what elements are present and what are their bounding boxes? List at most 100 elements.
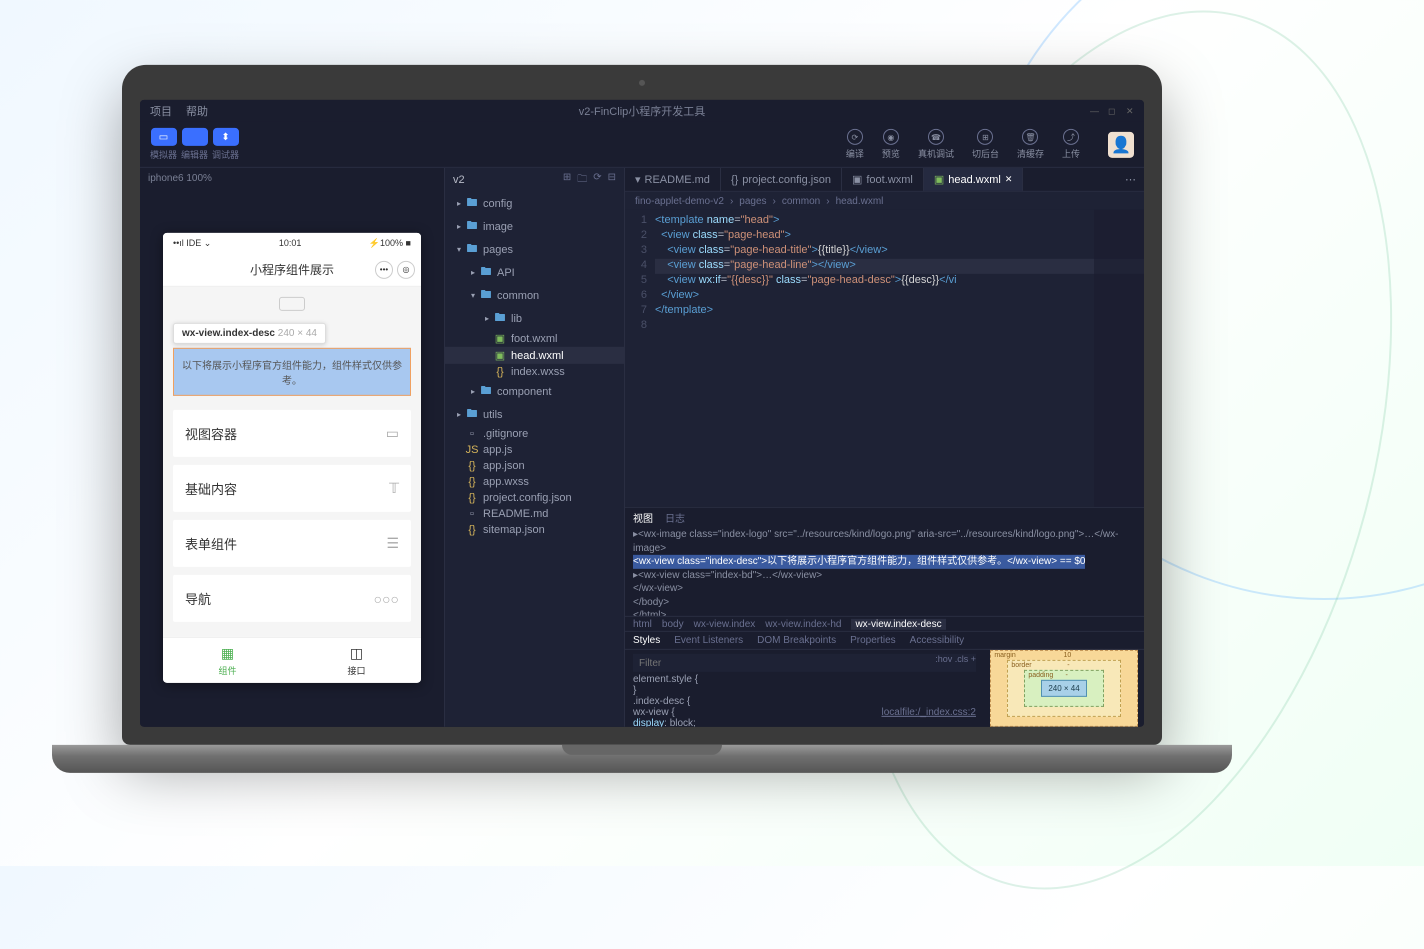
styles-tab[interactable]: Properties xyxy=(850,635,896,646)
styles-tab[interactable]: Styles xyxy=(633,635,660,646)
toolbar-action-清缓存[interactable]: 🗑 清缓存 xyxy=(1017,129,1044,160)
editor-tab[interactable]: ▣ head.wxml ✕ xyxy=(924,168,1024,191)
path-segment[interactable]: body xyxy=(662,618,684,629)
tree-item[interactable]: {} index.wxss xyxy=(445,364,624,380)
refresh-icon[interactable]: ⟳ xyxy=(593,171,601,188)
list-item[interactable]: 表单组件 ☰ xyxy=(173,520,411,567)
code-line[interactable]: <view class="page-head"> xyxy=(655,229,1144,244)
tree-item[interactable]: ▸ 🖿 API xyxy=(445,261,624,284)
tree-item[interactable]: ▫ README.md xyxy=(445,506,624,522)
breadcrumb-segment[interactable]: pages xyxy=(739,195,766,206)
phone-tab[interactable]: ▦ 组件 xyxy=(163,638,292,683)
toolbar-action-编译[interactable]: ⟳ 编译 xyxy=(846,129,864,160)
dom-node[interactable]: ▸<wx-image class="index-logo" src="../re… xyxy=(633,528,1136,555)
tree-item[interactable]: {} sitemap.json xyxy=(445,522,624,538)
devtools-tab-view[interactable]: 视图 xyxy=(633,509,653,524)
tree-item[interactable]: ▸ 🖿 image xyxy=(445,215,624,238)
tree-item[interactable]: ▸ 🖿 utils xyxy=(445,403,624,426)
css-rule[interactable]: element.style { xyxy=(633,674,976,685)
breadcrumb-segment[interactable]: fino-applet-demo-v2 xyxy=(635,195,724,206)
toolbar-action-真机调试[interactable]: ☎ 真机调试 xyxy=(918,129,954,160)
path-segment[interactable]: wx-view.index-hd xyxy=(765,618,841,629)
styles-tab[interactable]: Accessibility xyxy=(910,635,964,646)
code-line[interactable]: </template> xyxy=(655,304,1144,319)
file-icon: ▣ xyxy=(934,173,944,186)
editor-tab[interactable]: {} project.config.json xyxy=(721,168,842,191)
toolbar-action-预览[interactable]: ◉ 预览 xyxy=(882,129,900,160)
menu-help[interactable]: 帮助 xyxy=(186,103,208,119)
dom-node[interactable]: ▸<wx-view class="index-bd">…</wx-view> xyxy=(633,568,1136,582)
path-segment[interactable]: html xyxy=(633,618,652,629)
target-icon[interactable]: ◎ xyxy=(397,260,415,278)
more-icon[interactable]: ••• xyxy=(375,260,393,278)
tree-item[interactable]: {} app.wxss xyxy=(445,474,624,490)
editor-tab[interactable]: ▾ README.md xyxy=(625,168,721,191)
tab-icon: ▦ xyxy=(221,644,234,661)
devtools-tab-log[interactable]: 日志 xyxy=(665,509,685,524)
phone-preview[interactable]: ••ıl IDE ⌄ 10:01 ⚡100% ■ 小程序组件展示 ••• ◎ xyxy=(163,233,421,683)
new-file-icon[interactable]: ⊞ xyxy=(563,171,571,188)
css-rule[interactable]: wx-view {localfile:/_index.css:2 xyxy=(633,707,976,718)
item-icon: ○○○ xyxy=(374,590,399,606)
code-editor[interactable]: 12345678 <template name="head"> <view cl… xyxy=(625,210,1144,507)
code-line[interactable] xyxy=(655,319,1144,334)
tree-item[interactable]: ▾ 🖿 common xyxy=(445,284,624,307)
tree-item[interactable]: ▾ 🖿 pages xyxy=(445,238,624,261)
dom-node[interactable]: </wx-view> xyxy=(633,582,1136,596)
avatar[interactable]: 👤 xyxy=(1108,131,1134,157)
list-item[interactable]: 基础内容 𝕋 xyxy=(173,465,411,512)
elements-panel[interactable]: ▸<wx-image class="index-logo" src="../re… xyxy=(625,526,1144,616)
tree-item[interactable]: ▸ 🖿 component xyxy=(445,380,624,403)
list-item[interactable]: 视图容器 ▭ xyxy=(173,410,411,457)
tree-item[interactable]: JS app.js xyxy=(445,442,624,458)
list-item[interactable]: 导航 ○○○ xyxy=(173,575,411,622)
editor-tab[interactable]: ▣ foot.wxml xyxy=(842,168,924,191)
css-rule[interactable]: .index-desc {</span></div><div data-inte… xyxy=(633,696,976,707)
code-line[interactable]: <view wx:if="{{desc}}" class="page-head-… xyxy=(655,274,1144,289)
tree-root[interactable]: v2 xyxy=(453,174,465,186)
breadcrumb-segment[interactable]: common xyxy=(782,195,820,206)
mode-button-2[interactable]: ⬍ 调试器 xyxy=(212,128,239,161)
tree-item[interactable]: ▫ .gitignore xyxy=(445,426,624,442)
dom-node[interactable]: </html> xyxy=(633,609,1136,616)
tree-item[interactable]: ▣ head.wxml xyxy=(445,347,624,364)
breadcrumb[interactable]: fino-applet-demo-v2 › pages › common › h… xyxy=(625,192,1144,210)
breadcrumb-segment[interactable]: head.wxml xyxy=(836,195,884,206)
styles-filter-input[interactable] xyxy=(633,654,976,672)
code-line[interactable]: <view class="page-head-title">{{title}}<… xyxy=(655,244,1144,259)
dom-node[interactable]: <wx-view class="index-desc">以下将展示小程序官方组件… xyxy=(633,555,1136,569)
maximize-icon[interactable]: ◻ xyxy=(1108,106,1118,116)
styles-tab[interactable]: Event Listeners xyxy=(674,635,743,646)
tree-item[interactable]: {} app.json xyxy=(445,458,624,474)
selected-element[interactable]: 以下将展示小程序官方组件能力，组件样式仅供参考。 xyxy=(173,348,411,396)
styles-tab[interactable]: DOM Breakpoints xyxy=(757,635,836,646)
minimap[interactable] xyxy=(1094,210,1144,507)
new-folder-icon[interactable]: 🗀 xyxy=(577,171,587,188)
file-tree[interactable]: v2 ⊞ 🗀 ⟳ ⊟ ▸ 🖿 config ▸ 🖿 image xyxy=(445,168,625,727)
tabs-overflow-icon[interactable]: ⋯ xyxy=(1117,168,1144,191)
tree-item[interactable]: ▸ 🖿 lib xyxy=(445,307,624,330)
tree-item[interactable]: {} project.config.json xyxy=(445,490,624,506)
code-line[interactable]: </view> xyxy=(655,289,1144,304)
mode-button-0[interactable]: ▭ 模拟器 xyxy=(150,128,177,161)
menu-project[interactable]: 项目 xyxy=(150,103,172,119)
tree-item[interactable]: ▸ 🖿 config xyxy=(445,192,624,215)
app-logo-icon xyxy=(279,297,305,311)
dom-node[interactable]: </body> xyxy=(633,595,1136,609)
dom-path[interactable]: html body wx-view.index wx-view.index-hd wx-… xyxy=(625,616,1144,632)
styles-panel[interactable]: :hov .cls + element.style {}.index-desc … xyxy=(625,650,984,727)
toolbar-action-上传[interactable]: ⤴ 上传 xyxy=(1062,129,1080,160)
mode-button-1[interactable]: 编辑器 xyxy=(181,128,208,161)
code-line[interactable]: <template name="head"> xyxy=(655,214,1144,229)
path-segment[interactable]: wx-view.index xyxy=(694,618,756,629)
tree-item[interactable]: ▣ foot.wxml xyxy=(445,330,624,347)
path-segment[interactable]: wx-view.index-desc xyxy=(851,618,945,629)
toolbar-action-切后台[interactable]: ⊞ 切后台 xyxy=(972,129,999,160)
collapse-icon[interactable]: ⊟ xyxy=(608,171,616,188)
code-line[interactable]: <view class="page-head-line"></view> xyxy=(655,259,1144,274)
phone-tab[interactable]: ◫ 接口 xyxy=(292,638,421,683)
close-icon[interactable]: ✕ xyxy=(1126,106,1136,116)
styles-hov-controls[interactable]: :hov .cls + xyxy=(935,654,976,664)
minimize-icon[interactable]: — xyxy=(1090,106,1100,116)
close-icon[interactable]: ✕ xyxy=(1005,174,1013,185)
